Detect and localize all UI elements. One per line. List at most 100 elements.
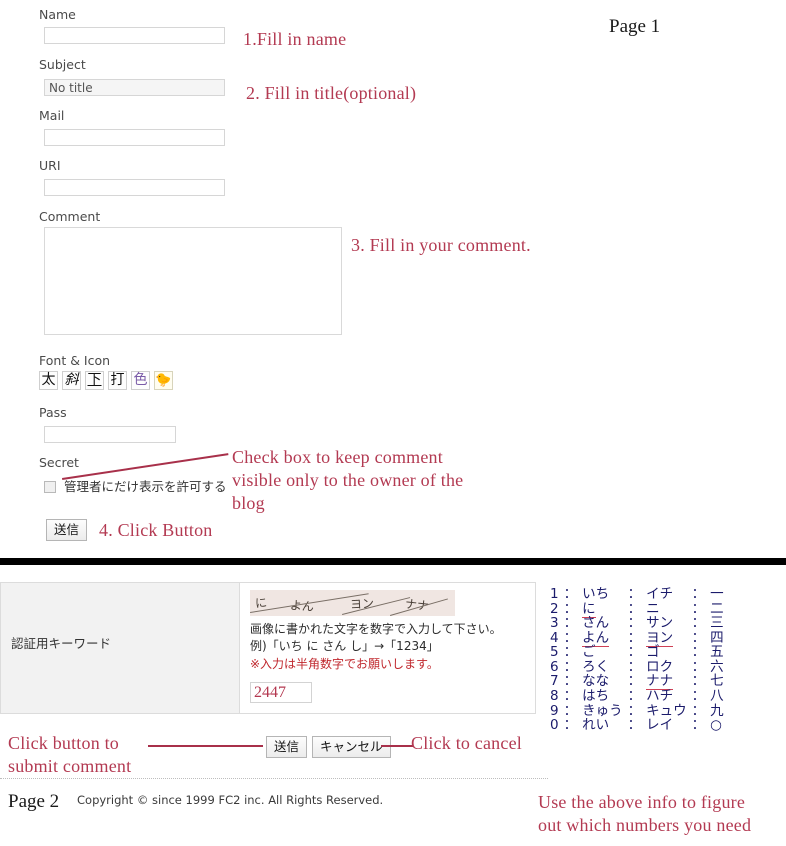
number-separator: ：	[627, 615, 642, 632]
number-katakana: ハチ	[646, 688, 674, 705]
uri-input[interactable]	[44, 179, 225, 196]
number-katakana: ナナ	[644, 673, 689, 691]
number-digit: 2	[550, 600, 559, 617]
annotation-fill-name: 1.Fill in name	[243, 29, 347, 49]
number-digit: 0	[550, 717, 559, 734]
font-icon-label: Font & Icon	[39, 353, 111, 368]
number-separator: ：	[563, 702, 578, 719]
number-separator: ：	[627, 688, 642, 705]
number-digit: 5	[550, 644, 559, 661]
annotation-reference: Use the above info to figure out which n…	[538, 792, 752, 836]
number-reference-row: 4：よん：ヨン：四	[548, 629, 726, 647]
number-separator: ：	[563, 658, 578, 675]
captcha-label-cell: 認証用キーワード	[0, 581, 240, 715]
strikethrough-button[interactable]: 打	[108, 371, 127, 390]
number-digit: 7	[550, 673, 559, 690]
number-separator: ：	[627, 702, 642, 719]
page-separator	[0, 558, 786, 565]
underline-button[interactable]: 下	[85, 371, 104, 390]
comment-textarea[interactable]	[44, 227, 342, 335]
number-separator: ：	[627, 629, 642, 646]
number-hiragana: よん	[580, 629, 625, 647]
number-kanji: 八	[710, 688, 724, 705]
captcha-note-warning: ※入力は半角数字でお願いします。	[250, 656, 439, 671]
page-one-submit-button[interactable]: 送信	[46, 519, 88, 541]
pass-field-label: Pass	[39, 405, 67, 420]
leader-line-submit	[148, 745, 263, 747]
number-digit: 3	[550, 615, 559, 632]
number-katakana: ニ	[646, 600, 660, 617]
number-separator: ：	[627, 717, 642, 734]
number-reference-row: 2：に：ニ：二	[548, 600, 726, 618]
mail-input[interactable]	[44, 129, 225, 146]
number-separator: ：	[563, 673, 578, 690]
number-kanji: 一	[710, 586, 724, 602]
number-separator: ：	[563, 644, 578, 661]
number-katakana: イチ	[646, 586, 674, 602]
number-katakana: ゴ	[646, 644, 660, 661]
number-separator: ：	[563, 717, 578, 734]
number-reference-row: 9：きゅう：キュウ：九	[548, 704, 726, 719]
subject-field-label: Subject	[39, 57, 86, 72]
number-separator: ：	[627, 658, 642, 675]
name-field-label: Name	[39, 7, 76, 22]
annotation-submit: Click button to submit comment	[8, 733, 132, 777]
captcha-table: 認証用キーワード に よん ヨン ナナ 画像に書かれた文字を数字で入力して下さい…	[0, 581, 536, 715]
page-two-submit-button[interactable]: 送信	[266, 736, 308, 758]
pass-input[interactable]	[44, 426, 176, 443]
annotation-fill-title: 2. Fill in title(optional)	[246, 83, 417, 103]
number-kanji: 三	[710, 615, 724, 632]
captcha-input[interactable]	[250, 682, 312, 704]
number-kanji: 四	[710, 629, 724, 646]
number-kanji: 二	[710, 600, 724, 617]
number-hiragana: れい	[582, 717, 610, 734]
subject-input[interactable]	[44, 79, 225, 96]
page-one-comment-form: Page 1 Name 1.Fill in name Subject 2. Fi…	[0, 0, 786, 558]
emoticon-button[interactable]: 🐤	[154, 371, 173, 390]
number-kanji: ○	[710, 717, 722, 734]
number-hiragana: さん	[582, 615, 610, 632]
number-hiragana: はち	[582, 688, 610, 705]
page-one-label: Page 1	[609, 16, 661, 37]
number-separator: ：	[691, 702, 706, 719]
name-input[interactable]	[44, 27, 225, 44]
secret-checkbox-row[interactable]: 管理者にだけ表示を許可する	[44, 476, 227, 495]
captcha-note-line-1: 画像に書かれた文字を数字で入力して下さい。	[250, 622, 502, 636]
number-digit: 8	[550, 688, 559, 705]
captcha-label-japanese: 認証用キーワード	[11, 636, 112, 651]
font-icon-toolbar: 太 斜 下 打 色 🐤	[39, 371, 173, 390]
number-hiragana: ご	[582, 644, 596, 661]
number-digit: 6	[550, 658, 559, 675]
number-katakana: ロク	[646, 658, 674, 675]
annotation-secret: Check box to keep comment visible only t…	[232, 447, 464, 514]
number-separator: ：	[691, 688, 706, 705]
page-two-cancel-button[interactable]: キャンセル	[312, 736, 391, 758]
bold-button[interactable]: 太	[39, 371, 58, 390]
number-separator: ：	[627, 600, 642, 617]
number-separator: ：	[563, 629, 578, 646]
number-separator: ：	[691, 673, 706, 690]
color-button[interactable]: 色	[131, 371, 150, 390]
number-separator: ：	[691, 644, 706, 661]
italic-button[interactable]: 斜	[62, 371, 81, 390]
captcha-image: に よん ヨン ナナ	[250, 590, 455, 616]
secret-checkbox-label: 管理者にだけ表示を許可する	[63, 479, 227, 494]
number-hiragana: なな	[582, 673, 610, 690]
number-reference-row: 1：いち：イチ：一	[548, 587, 726, 602]
number-separator: ：	[691, 717, 706, 734]
number-reference-table: 1：いち：イチ：一 2：に：ニ：二 3：さん：サン：三 4：よん：ヨン：四 5：ご：ゴ：…	[548, 587, 726, 733]
number-separator: ：	[627, 644, 642, 661]
number-katakana: レイ	[646, 717, 674, 734]
number-reference-row: 7：なな：ナナ：七	[548, 673, 726, 691]
number-katakana: キュウ	[646, 702, 687, 719]
number-separator: ：	[691, 586, 706, 602]
number-separator: ：	[691, 615, 706, 632]
footer-divider	[0, 778, 548, 779]
comment-field-label: Comment	[39, 209, 101, 224]
number-hiragana: ろく	[582, 658, 610, 675]
secret-checkbox[interactable]	[44, 481, 56, 493]
number-reference-row: 0：れい：レイ： ○	[548, 718, 726, 733]
number-separator: ：	[627, 586, 642, 602]
number-separator: ：	[691, 658, 706, 675]
annotation-fill-comment: 3. Fill in your comment.	[351, 235, 531, 255]
